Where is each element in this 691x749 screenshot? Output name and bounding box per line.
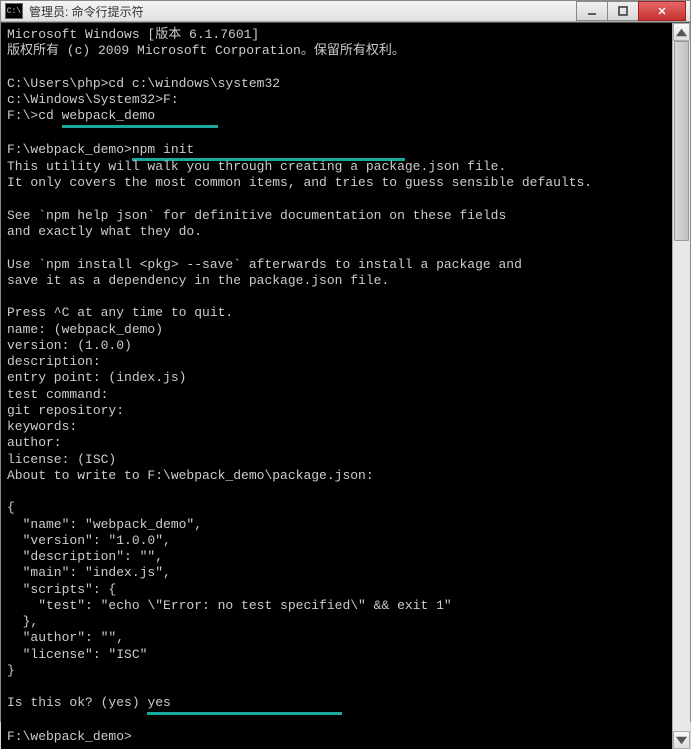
line: keywords:	[7, 419, 77, 434]
line: About to write to F:\webpack_demo\packag…	[7, 468, 374, 483]
line: "scripts": {	[7, 582, 116, 597]
line: 版权所有 (c) 2009 Microsoft Corporation。保留所有…	[7, 43, 405, 58]
highlight-pad	[171, 695, 343, 714]
highlight-yes: yes	[147, 695, 170, 714]
line: This utility will walk you through creat…	[7, 159, 506, 174]
line: "main": "index.js",	[7, 565, 171, 580]
prompt: F:\webpack_demo>	[7, 729, 132, 744]
line: "name": "webpack_demo",	[7, 517, 202, 532]
titlebar[interactable]: C:\ 管理员: 命令行提示符	[1, 1, 690, 22]
minimize-icon	[587, 6, 597, 16]
line: c:\Windows\System32>F:	[7, 92, 179, 107]
line: author:	[7, 435, 62, 450]
close-button[interactable]	[638, 1, 686, 21]
minimize-button[interactable]	[576, 1, 608, 21]
line: "test": "echo \"Error: no test specified…	[7, 598, 452, 613]
window-title: 管理员: 命令行提示符	[29, 3, 577, 20]
line: F:\>cd	[7, 108, 62, 123]
close-icon	[657, 6, 667, 16]
line: "license": "ISC"	[7, 647, 147, 662]
line: git repository:	[7, 403, 124, 418]
chevron-down-icon	[674, 733, 689, 748]
chevron-up-icon	[674, 25, 689, 40]
scroll-down-button[interactable]	[673, 731, 690, 749]
line: C:\Users\php>cd c:\windows\system32	[7, 76, 280, 91]
maximize-button[interactable]	[607, 1, 639, 21]
line: "description": "",	[7, 549, 163, 564]
line: Use `npm install <pkg> --save` afterward…	[7, 257, 522, 272]
line: version: (1.0.0)	[7, 338, 132, 353]
line: entry point: (index.js)	[7, 370, 186, 385]
highlight-pad	[155, 108, 217, 127]
line: {	[7, 500, 15, 515]
line: }	[7, 663, 15, 678]
line: Microsoft Windows [版本 6.1.7601]	[7, 27, 259, 42]
line: },	[7, 614, 38, 629]
window-controls	[577, 1, 686, 21]
line: description:	[7, 354, 101, 369]
line: save it as a dependency in the package.j…	[7, 273, 389, 288]
line: It only covers the most common items, an…	[7, 175, 592, 190]
line: and exactly what they do.	[7, 224, 202, 239]
line: license: (ISC)	[7, 452, 116, 467]
vertical-scrollbar[interactable]	[672, 23, 690, 749]
line: name: (webpack_demo)	[7, 322, 163, 337]
terminal-output[interactable]: Microsoft Windows [版本 6.1.7601] 版权所有 (c)…	[1, 23, 672, 749]
scroll-up-button[interactable]	[673, 23, 690, 41]
line: See `npm help json` for definitive docum…	[7, 208, 506, 223]
cmd-window: C:\ 管理员: 命令行提示符 Microsoft Windows [版本 6.…	[0, 0, 691, 722]
line: Press ^C at any time to quit.	[7, 305, 233, 320]
line: test command:	[7, 387, 108, 402]
line: "author": "",	[7, 630, 124, 645]
cmd-icon: C:\	[5, 3, 23, 19]
highlight-webpack-demo: webpack_demo	[62, 108, 156, 127]
scroll-track[interactable]	[673, 41, 690, 731]
terminal-area: Microsoft Windows [版本 6.1.7601] 版权所有 (c)…	[1, 22, 690, 749]
maximize-icon	[618, 6, 628, 16]
line: "version": "1.0.0",	[7, 533, 171, 548]
line: F:\webpack_demo>	[7, 142, 132, 157]
scroll-thumb[interactable]	[674, 41, 689, 241]
line: Is this ok? (yes)	[7, 695, 147, 710]
